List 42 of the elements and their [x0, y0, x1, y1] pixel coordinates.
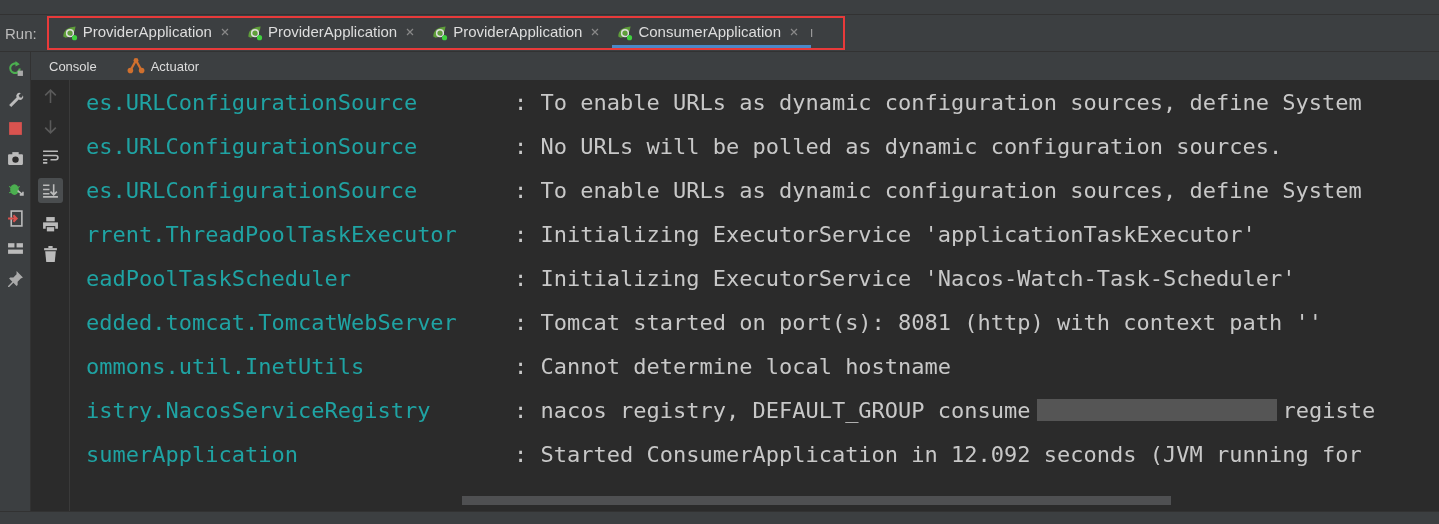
run-tab[interactable]: ProviderApplication	[241, 18, 428, 48]
tool-tab[interactable]: Actuator	[126, 57, 200, 75]
close-icon[interactable]	[219, 26, 230, 37]
log-message: : Initializing ExecutorService 'Nacos-Watch-Task-Scheduler'	[514, 265, 1296, 291]
scrollbar-thumb[interactable]	[462, 496, 1171, 505]
logger-name: edded.tomcat.TomcatWebServer	[86, 309, 458, 335]
layout-icon[interactable]	[6, 240, 24, 257]
log-message: : nacos registry, DEFAULT_GROUP consume	[514, 397, 1031, 423]
tool-tab[interactable]: Console	[49, 58, 97, 74]
logger-name: es.URLConfigurationSource	[86, 177, 419, 203]
log-message: : No URLs will be polled as dynamic configuration sources.	[514, 133, 1283, 159]
close-icon[interactable]	[789, 26, 799, 37]
log-message: : Tomcat started on port(s): 8081 (http) with context path ''	[514, 309, 1322, 335]
logger-name: eadPoolTaskScheduler	[86, 265, 352, 291]
log-message: registe	[1282, 397, 1376, 423]
scroll-to-end-icon[interactable]	[37, 178, 63, 203]
logger-name: es.URLConfigurationSource	[86, 133, 419, 159]
camera-icon[interactable]	[6, 150, 24, 167]
actuator-icon	[126, 57, 145, 75]
log-message: : Cannot determine local hostname	[514, 353, 952, 379]
run-tab[interactable]: ConsumerApplication	[612, 18, 811, 48]
logger-name: sumerApplication	[86, 441, 299, 467]
rerun-icon[interactable]	[6, 60, 24, 77]
run-label: Run:	[4, 24, 38, 42]
trash-icon[interactable]	[41, 246, 59, 263]
logger-name: rrent.ThreadPoolTaskExecutor	[86, 221, 458, 247]
log-message: : Initializing ExecutorService 'applicationTaskExecutor'	[514, 221, 1256, 247]
logger-name: istry.NacosServiceRegistry	[86, 397, 432, 423]
logger-name: es.URLConfigurationSource	[86, 89, 419, 115]
soft-wrap-icon[interactable]	[41, 148, 59, 165]
log-message: : To enable URLs as dynamic configuration sources, define System	[514, 89, 1362, 115]
logger-name: ommons.util.InetUtils	[86, 353, 366, 379]
log-message: : To enable URLs as dynamic configuration sources, define System	[514, 177, 1362, 203]
close-icon[interactable]	[590, 26, 601, 37]
close-icon[interactable]	[405, 26, 416, 37]
run-tab[interactable]: ProviderApplication	[427, 18, 613, 48]
log-message: : Started ConsumerApplication in 12.092 seconds (JVM running for	[514, 441, 1362, 467]
print-icon[interactable]	[41, 216, 59, 233]
exit-icon[interactable]	[6, 210, 24, 227]
pin-icon[interactable]	[6, 270, 24, 287]
run-tab[interactable]: ProviderApplication	[56, 18, 242, 48]
stop-icon[interactable]	[6, 120, 24, 137]
